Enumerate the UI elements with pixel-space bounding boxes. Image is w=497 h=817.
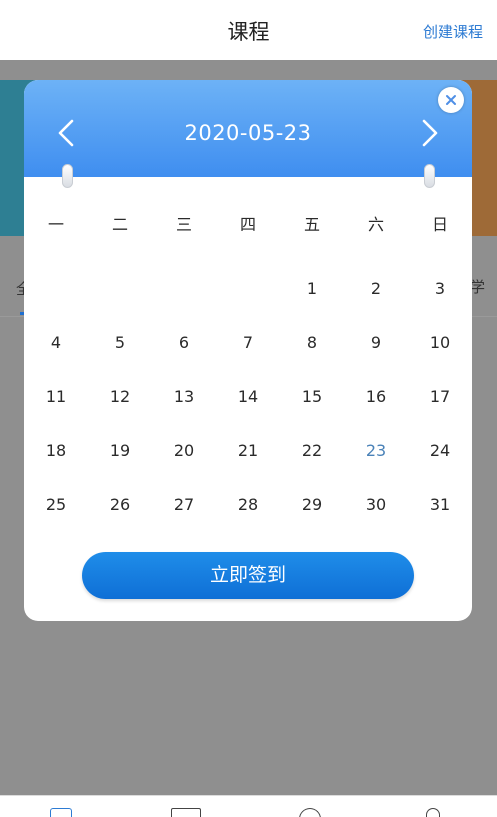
calendar-day[interactable]: 29 [280, 490, 344, 520]
calendar-day[interactable]: 5 [88, 328, 152, 358]
calendar-week-row: 11 12 13 14 15 16 17 [24, 382, 472, 412]
weekday-fri: 五 [303, 215, 320, 234]
calendar-week-row: 4 5 6 7 8 9 10 [24, 328, 472, 358]
weekday-tue: 二 [111, 215, 128, 234]
create-course-button[interactable]: 创建课程 [423, 21, 483, 42]
calendar-day[interactable]: 25 [24, 490, 88, 520]
binding-ring-left [62, 164, 73, 188]
clock-tab-icon[interactable] [299, 808, 321, 817]
chevron-right-icon[interactable] [418, 118, 442, 148]
calendar-day[interactable]: 26 [88, 490, 152, 520]
calendar-day[interactable]: 30 [344, 490, 408, 520]
calendar-day[interactable]: 20 [152, 436, 216, 466]
calendar-day-selected[interactable]: 23 [344, 436, 408, 466]
weekday-mon: 一 [47, 215, 64, 234]
calendar-week-row: 1 2 3 [24, 274, 472, 304]
calendar-day[interactable]: 28 [216, 490, 280, 520]
calendar-day[interactable]: 18 [24, 436, 88, 466]
profile-tab-icon[interactable] [426, 808, 440, 817]
bottom-tab-bar [0, 795, 497, 817]
calendar-day[interactable]: 16 [344, 382, 408, 412]
courses-tab-icon[interactable] [50, 808, 72, 817]
calendar-day[interactable]: 22 [280, 436, 344, 466]
calendar-day[interactable]: 24 [408, 436, 472, 466]
calendar-day[interactable]: 7 [216, 328, 280, 358]
calendar-day[interactable]: 12 [88, 382, 152, 412]
weekday-header-row: 一 二 三 四 五 六 日 [24, 210, 472, 240]
weekday-thu: 四 [239, 215, 256, 234]
checkin-button[interactable]: 立即签到 [82, 552, 414, 599]
tab-study[interactable]: 学 [470, 276, 485, 297]
calendar-day[interactable]: 9 [344, 328, 408, 358]
calendar-day[interactable]: 19 [88, 436, 152, 466]
weekday-wed: 三 [175, 215, 192, 234]
calendar-day[interactable]: 4 [24, 328, 88, 358]
calendar-day[interactable]: 2 [344, 274, 408, 304]
calendar-week-row: 25 26 27 28 29 30 31 [24, 490, 472, 520]
calendar-modal: 2020-05-23 一 二 三 四 五 六 日 1 2 3 4 5 6 7 8… [24, 80, 472, 621]
calendar-day[interactable]: 8 [280, 328, 344, 358]
binding-ring-right [424, 164, 435, 188]
calendar-day[interactable]: 3 [408, 274, 472, 304]
weekday-sun: 日 [431, 215, 448, 234]
top-nav-bar: 课程 创建课程 [0, 0, 497, 60]
close-icon[interactable] [438, 87, 464, 113]
calendar-day[interactable]: 27 [152, 490, 216, 520]
calendar-day[interactable]: 6 [152, 328, 216, 358]
screen-tab-icon[interactable] [171, 808, 201, 817]
calendar-header: 2020-05-23 [24, 80, 472, 177]
calendar-day[interactable]: 13 [152, 382, 216, 412]
calendar-day[interactable]: 15 [280, 382, 344, 412]
calendar-week-row: 18 19 20 21 22 23 24 [24, 436, 472, 466]
calendar-day[interactable]: 21 [216, 436, 280, 466]
calendar-date: 2020-05-23 [184, 121, 312, 145]
calendar-day[interactable]: 14 [216, 382, 280, 412]
calendar-day[interactable]: 10 [408, 328, 472, 358]
calendar-day[interactable]: 1 [280, 274, 344, 304]
calendar-day[interactable]: 17 [408, 382, 472, 412]
calendar-day[interactable]: 11 [24, 382, 88, 412]
weekday-sat: 六 [367, 215, 384, 234]
calendar-day[interactable]: 31 [408, 490, 472, 520]
